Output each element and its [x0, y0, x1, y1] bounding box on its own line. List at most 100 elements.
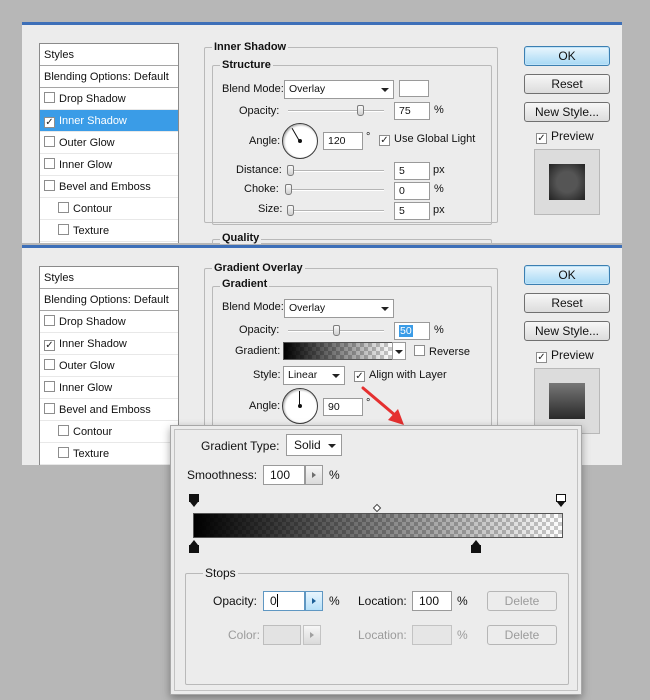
style-item-drop-shadow[interactable]: Drop Shadow: [40, 311, 178, 333]
style-item-texture[interactable]: Texture: [40, 443, 178, 465]
style-item-texture[interactable]: Texture: [40, 220, 178, 242]
style-item-inner-shadow[interactable]: ✓ Inner Shadow: [40, 110, 178, 132]
opacity-slider[interactable]: [288, 105, 384, 117]
color-stop-right[interactable]: [471, 539, 481, 553]
style-item-bevel-and-emboss[interactable]: Bevel and Emboss: [40, 176, 178, 198]
slider-thumb[interactable]: [333, 325, 340, 336]
choke-input[interactable]: 0: [394, 182, 430, 200]
opacity-label: Opacity:: [239, 324, 280, 336]
opacity-stop-right[interactable]: [556, 494, 566, 508]
checkbox-icon[interactable]: [44, 180, 55, 191]
style-item-label: Drop Shadow: [59, 316, 126, 328]
shadow-color-swatch[interactable]: [399, 80, 429, 97]
checkbox-checked-icon: ✓: [536, 352, 547, 363]
ok-button[interactable]: OK: [524, 46, 610, 66]
gradient-picker-button[interactable]: [392, 342, 406, 360]
ok-button[interactable]: OK: [524, 265, 610, 285]
checkbox-icon[interactable]: [58, 425, 69, 436]
checkbox-icon[interactable]: [44, 403, 55, 414]
style-dropdown[interactable]: Linear: [283, 366, 345, 385]
angle-input[interactable]: 120: [323, 132, 363, 150]
style-item-contour[interactable]: Contour: [40, 198, 178, 220]
angle-label: Angle:: [249, 135, 281, 147]
angle-input[interactable]: 90: [323, 398, 363, 416]
opacity-slider[interactable]: [288, 325, 384, 337]
stop-color-swatch[interactable]: [263, 625, 301, 645]
angle-dial[interactable]: [282, 388, 318, 424]
style-item-label: Inner Shadow: [59, 115, 127, 127]
color-location-input[interactable]: [412, 625, 452, 645]
style-item-outer-glow[interactable]: Outer Glow: [40, 132, 178, 154]
new-style-button[interactable]: New Style...: [524, 321, 610, 341]
delete-color-stop-button[interactable]: Delete: [487, 625, 557, 645]
slider-thumb[interactable]: [286, 205, 294, 216]
delete-opacity-stop-button[interactable]: Delete: [487, 591, 557, 611]
opacity-input[interactable]: 75: [394, 102, 430, 120]
text-caret: [276, 594, 278, 607]
style-item-outer-glow[interactable]: Outer Glow: [40, 355, 178, 377]
stop-opacity-stepper[interactable]: [305, 591, 323, 611]
size-input[interactable]: 5: [394, 202, 430, 220]
checkbox-icon[interactable]: [58, 224, 69, 235]
preview-checkbox[interactable]: ✓ Preview: [536, 348, 594, 363]
stop-opacity-input[interactable]: 0: [263, 591, 305, 611]
style-item-styles[interactable]: Styles: [40, 267, 178, 289]
percent-label: %: [434, 324, 444, 336]
smoothness-input[interactable]: 100: [263, 465, 305, 485]
blend-mode-dropdown[interactable]: Overlay: [284, 299, 394, 318]
slider-thumb[interactable]: [286, 165, 294, 176]
reset-button[interactable]: Reset: [524, 293, 610, 313]
reverse-checkbox[interactable]: Reverse: [414, 345, 470, 358]
choke-slider[interactable]: [285, 184, 384, 196]
checkbox-icon[interactable]: [44, 136, 55, 147]
style-item-inner-glow[interactable]: Inner Glow: [40, 377, 178, 399]
color-stop-left[interactable]: [189, 539, 199, 553]
checkbox-icon[interactable]: [58, 447, 69, 458]
checkbox-icon[interactable]: [44, 315, 55, 326]
style-item-bevel-and-emboss[interactable]: Bevel and Emboss: [40, 399, 178, 421]
gradient-preview[interactable]: [283, 342, 393, 360]
distance-slider[interactable]: [286, 165, 384, 177]
style-item-label: Contour: [73, 426, 113, 438]
reset-button[interactable]: Reset: [524, 74, 610, 94]
percent-label: %: [329, 468, 340, 482]
style-item-styles[interactable]: Styles: [40, 44, 178, 66]
distance-label: Distance:: [236, 164, 282, 176]
use-global-light-checkbox[interactable]: ✓ Use Global Light: [379, 133, 475, 146]
smoothness-stepper[interactable]: [305, 465, 323, 485]
checkbox-checked-icon[interactable]: ✓: [44, 340, 55, 351]
angle-dial[interactable]: [282, 123, 318, 159]
new-style-button[interactable]: New Style...: [524, 102, 610, 122]
gradient-ramp[interactable]: [193, 513, 563, 538]
stop-location-input[interactable]: 100: [412, 591, 452, 611]
style-item-label: Texture: [73, 225, 110, 237]
style-item-drop-shadow[interactable]: Drop Shadow: [40, 88, 178, 110]
opacity-stop-left[interactable]: [189, 494, 199, 508]
callout-arrow-icon: [361, 386, 404, 425]
checkbox-icon[interactable]: [44, 158, 55, 169]
checkbox-checked-icon[interactable]: ✓: [44, 117, 55, 128]
checkbox-icon[interactable]: [44, 359, 55, 370]
opacity-input[interactable]: 50: [394, 322, 430, 340]
blend-mode-value: Overlay: [289, 83, 326, 95]
distance-input[interactable]: 5: [394, 162, 430, 180]
chevron-down-icon: [381, 88, 389, 92]
checkbox-icon[interactable]: [58, 202, 69, 213]
style-item-inner-glow[interactable]: Inner Glow: [40, 154, 178, 176]
checkbox-icon[interactable]: [44, 92, 55, 103]
gradient-type-dropdown[interactable]: Solid: [286, 434, 342, 456]
style-item-contour[interactable]: Contour: [40, 421, 178, 443]
preview-checkbox[interactable]: ✓ Preview: [536, 129, 594, 144]
blend-mode-dropdown[interactable]: Overlay: [284, 80, 394, 99]
style-item-blending-options-default[interactable]: Blending Options: Default: [40, 289, 178, 311]
percent-label: %: [434, 183, 444, 195]
style-item-label: Blending Options: Default: [44, 71, 169, 83]
style-item-inner-shadow[interactable]: ✓ Inner Shadow: [40, 333, 178, 355]
style-item-blending-options-default[interactable]: Blending Options: Default: [40, 66, 178, 88]
checkbox-icon[interactable]: [44, 381, 55, 392]
slider-thumb[interactable]: [285, 184, 292, 195]
align-with-layer-checkbox[interactable]: ✓ Align with Layer: [354, 369, 447, 382]
size-slider[interactable]: [286, 205, 384, 217]
stop-color-stepper[interactable]: [303, 625, 321, 645]
slider-thumb[interactable]: [357, 105, 364, 116]
